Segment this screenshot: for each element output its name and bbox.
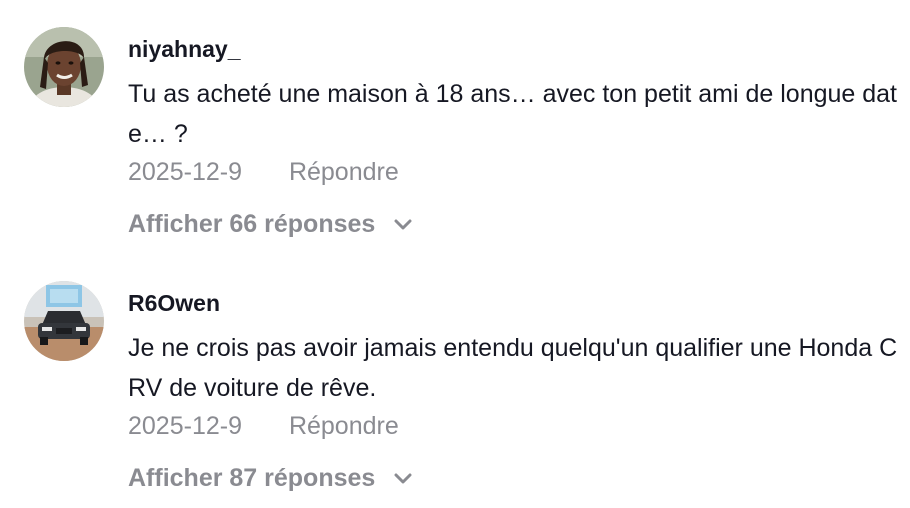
reply-button[interactable]: Répondre [289,157,399,187]
chevron-down-icon [394,208,412,238]
view-replies-label: Afficher 66 réponses [128,210,376,238]
person-avatar-icon [24,27,104,107]
avatar[interactable] [24,27,104,107]
comment-meta: 2025-12-9 Répondre [128,157,399,187]
chevron-down-icon [394,462,412,492]
view-replies-button[interactable]: Afficher 87 réponses [128,463,412,493]
comment-username[interactable]: R6Owen [128,289,220,317]
comment-username[interactable]: niyahnay_ [128,35,241,63]
comment-date: 2025-12-9 [128,158,242,186]
car-avatar-icon [24,281,104,361]
comment-text: Tu as acheté une maison à 18 ans… avec t… [128,80,898,148]
comment-meta: 2025-12-9 Répondre [128,411,399,441]
comment-text: Je ne crois pas avoir jamais entendu que… [128,334,898,402]
avatar[interactable] [24,281,104,361]
comment-date: 2025-12-9 [128,412,242,440]
reply-button[interactable]: Répondre [289,411,399,441]
view-replies-label: Afficher 87 réponses [128,464,376,492]
view-replies-button[interactable]: Afficher 66 réponses [128,209,412,239]
